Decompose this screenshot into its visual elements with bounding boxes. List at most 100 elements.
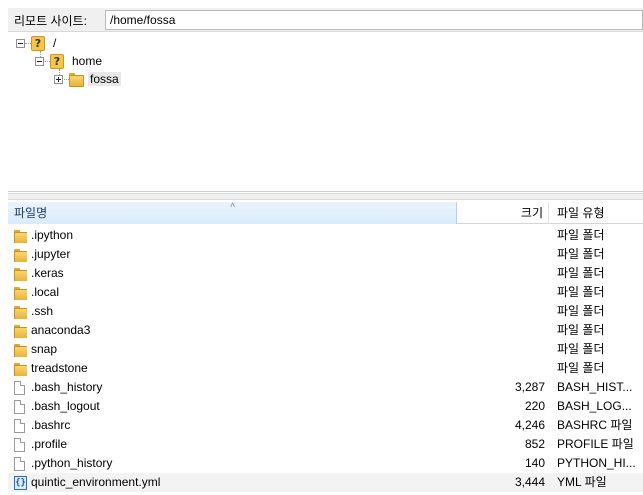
file-row[interactable]: {} quintic_environment.yml 3,444 YML 파일 bbox=[8, 473, 643, 492]
remote-site-bar: 리모트 사이트: /home/fossa bbox=[8, 8, 643, 32]
expand-icon[interactable] bbox=[54, 74, 63, 84]
file-size: 220 bbox=[524, 399, 545, 413]
pane-splitter[interactable] bbox=[8, 193, 643, 200]
folder-icon bbox=[14, 344, 27, 357]
file-icon bbox=[14, 457, 25, 471]
folder-icon bbox=[14, 268, 27, 281]
tree-node-root[interactable]: ? / bbox=[16, 34, 58, 52]
tree-node-label[interactable]: fossa bbox=[88, 72, 121, 86]
folder-icon bbox=[69, 73, 84, 87]
file-name: .profile bbox=[31, 437, 68, 451]
row-icon-cell bbox=[14, 286, 27, 300]
tree-node-label[interactable]: home bbox=[70, 54, 104, 68]
row-icon-cell bbox=[14, 229, 27, 243]
unknown-folder-icon: ? bbox=[31, 35, 45, 51]
column-header-name[interactable]: 파일명 ˄ bbox=[8, 200, 457, 224]
file-row[interactable]: .jupyter 파일 폴더 bbox=[8, 245, 643, 264]
row-icon-cell bbox=[14, 267, 27, 281]
file-name: .keras bbox=[31, 266, 64, 280]
file-row[interactable]: treadstone 파일 폴더 bbox=[8, 359, 643, 378]
file-name: anaconda3 bbox=[31, 323, 91, 337]
file-row[interactable]: .profile 852 PROFILE 파일 bbox=[8, 435, 643, 454]
row-icon-cell bbox=[14, 400, 25, 414]
file-size bbox=[457, 359, 545, 378]
file-icon bbox=[14, 438, 25, 452]
file-size: 3,287 bbox=[514, 380, 545, 394]
file-size bbox=[457, 245, 545, 264]
tree-node-label[interactable]: / bbox=[51, 36, 58, 50]
file-size bbox=[457, 283, 545, 302]
list-header: 파일명 ˄ 크기 파일 유형 bbox=[8, 200, 643, 224]
file-row[interactable]: .ssh 파일 폴더 bbox=[8, 302, 643, 321]
file-name: .bash_logout bbox=[31, 399, 100, 413]
remote-path-input[interactable]: /home/fossa bbox=[105, 10, 643, 30]
row-icon-cell bbox=[14, 343, 27, 357]
sort-ascending-icon: ˄ bbox=[230, 200, 236, 210]
file-type: 파일 폴더 bbox=[557, 323, 605, 337]
row-icon-cell bbox=[14, 305, 27, 319]
file-type: 파일 폴더 bbox=[557, 342, 605, 356]
folder-icon bbox=[14, 230, 27, 243]
file-type: BASHRC 파일 bbox=[557, 418, 633, 432]
file-type: 파일 폴더 bbox=[557, 266, 605, 280]
remote-directory-tree: ? / ? home fossa bbox=[8, 32, 643, 192]
file-type: 파일 폴더 bbox=[557, 228, 605, 242]
row-icon-cell bbox=[14, 362, 27, 376]
file-type: PYTHON_HI... bbox=[557, 456, 636, 470]
file-name: .local bbox=[31, 285, 60, 299]
file-name: .jupyter bbox=[31, 247, 71, 261]
row-icon-cell bbox=[14, 457, 25, 471]
row-icon-cell bbox=[14, 438, 25, 452]
row-icon-cell bbox=[14, 324, 27, 338]
file-row[interactable]: .bashrc 4,246 BASHRC 파일 bbox=[8, 416, 643, 435]
file-row[interactable]: .python_history 140 PYTHON_HI... bbox=[8, 454, 643, 473]
file-row[interactable]: .keras 파일 폴더 bbox=[8, 264, 643, 283]
file-type: YML 파일 bbox=[557, 475, 607, 489]
file-name: .bash_history bbox=[31, 380, 103, 394]
column-header-type[interactable]: 파일 유형 bbox=[550, 202, 643, 224]
folder-icon bbox=[14, 363, 27, 376]
folder-icon bbox=[14, 249, 27, 262]
file-name: .bashrc bbox=[31, 418, 71, 432]
file-size bbox=[457, 264, 545, 283]
file-type: 파일 폴더 bbox=[557, 247, 605, 261]
unknown-folder-icon: ? bbox=[50, 53, 64, 69]
file-icon bbox=[14, 419, 25, 433]
folder-icon bbox=[14, 306, 27, 319]
file-row[interactable]: .ipython 파일 폴더 bbox=[8, 226, 643, 245]
file-name: snap bbox=[31, 342, 58, 356]
file-size bbox=[457, 302, 545, 321]
file-row[interactable]: snap 파일 폴더 bbox=[8, 340, 643, 359]
row-icon-cell: {} bbox=[14, 476, 27, 490]
file-icon bbox=[14, 381, 25, 395]
file-size: 4,246 bbox=[514, 418, 545, 432]
file-size: 3,444 bbox=[514, 475, 545, 489]
file-name: .ssh bbox=[31, 304, 54, 318]
row-icon-cell bbox=[14, 248, 27, 262]
collapse-icon[interactable] bbox=[16, 38, 25, 48]
file-row[interactable]: .bash_history 3,287 BASH_HIST... bbox=[8, 378, 643, 397]
tree-node-home[interactable]: ? home bbox=[35, 52, 104, 70]
file-icon bbox=[14, 400, 25, 414]
file-name: .python_history bbox=[31, 456, 113, 470]
remote-file-list: 파일명 ˄ 크기 파일 유형 .ipython 파일 폴더 .jupyter 파일 폴… bbox=[8, 200, 643, 495]
file-type: 파일 폴더 bbox=[557, 304, 605, 318]
file-type: BASH_HIST... bbox=[557, 380, 633, 394]
folder-icon bbox=[14, 325, 27, 338]
file-row[interactable]: .bash_logout 220 BASH_LOG... bbox=[8, 397, 643, 416]
file-type: 파일 폴더 bbox=[557, 285, 605, 299]
file-row[interactable]: anaconda3 파일 폴더 bbox=[8, 321, 643, 340]
file-size: 140 bbox=[524, 456, 545, 470]
tree-node-fossa[interactable]: fossa bbox=[54, 70, 121, 88]
file-size bbox=[457, 340, 545, 359]
file-type: 파일 폴더 bbox=[557, 361, 605, 375]
file-size bbox=[457, 226, 545, 245]
file-name: quintic_environment.yml bbox=[31, 475, 161, 489]
column-header-label: 파일명 bbox=[14, 206, 48, 220]
file-row[interactable]: .local 파일 폴더 bbox=[8, 283, 643, 302]
file-type: BASH_LOG... bbox=[557, 399, 632, 413]
collapse-icon[interactable] bbox=[35, 56, 44, 66]
column-header-size[interactable]: 크기 bbox=[457, 202, 549, 224]
row-icon-cell bbox=[14, 381, 25, 395]
file-name: treadstone bbox=[31, 361, 88, 375]
